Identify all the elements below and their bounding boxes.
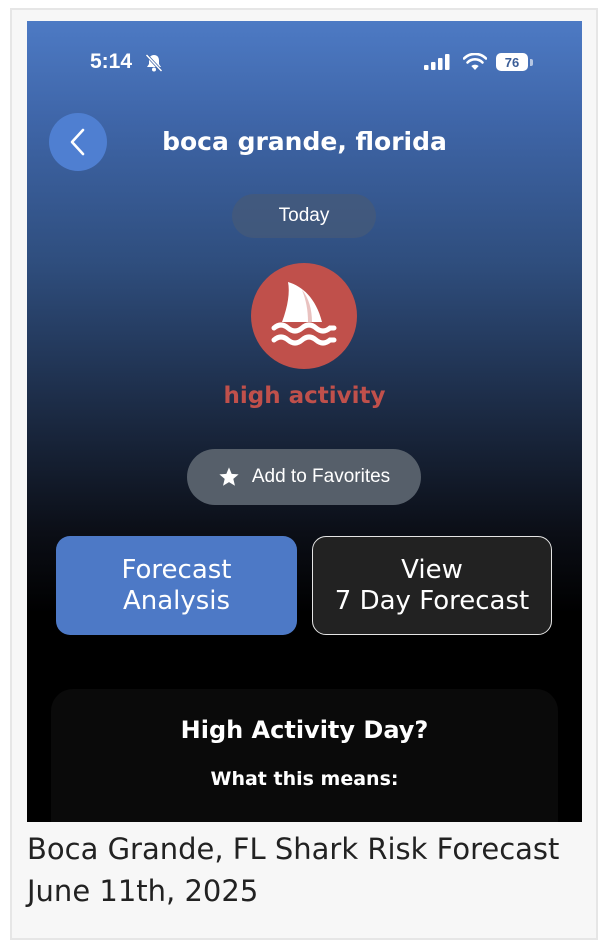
view-7-day-forecast-button[interactable]: View 7 Day Forecast xyxy=(312,536,552,635)
forecast-analysis-line2: Analysis xyxy=(122,585,231,616)
day-selector-pill[interactable]: Today xyxy=(232,194,376,238)
cellular-signal-icon xyxy=(424,54,452,74)
shark-activity-badge xyxy=(251,263,357,369)
info-panel xyxy=(51,689,558,822)
add-to-favorites-button[interactable]: Add to Favorites xyxy=(187,449,421,505)
forecast-analysis-line1: Forecast xyxy=(121,554,232,585)
info-subtitle: What this means: xyxy=(210,768,399,790)
phone-screen: 5:14 76 boca grande, florida Today high … xyxy=(27,21,582,822)
star-icon xyxy=(219,467,239,486)
info-title: High Activity Day? xyxy=(180,716,429,744)
activity-level-label: high activity xyxy=(223,383,386,409)
location-title: boca grande, florida xyxy=(162,127,447,156)
forecast-analysis-button[interactable]: Forecast Analysis xyxy=(56,536,297,635)
battery-nub xyxy=(530,59,533,66)
caption-line-1: Boca Grande, FL Shark Risk Forecast xyxy=(27,832,560,866)
favorites-label: Add to Favorites xyxy=(251,466,391,487)
battery-icon: 76 xyxy=(496,53,528,71)
status-time: 5:14 xyxy=(90,50,133,73)
image-caption: Boca Grande, FL Shark Risk Forecast June… xyxy=(27,828,587,912)
bell-slash-icon xyxy=(144,53,164,77)
seven-day-line2: 7 Day Forecast xyxy=(334,585,530,616)
wifi-icon xyxy=(462,52,488,75)
caption-line-2: June 11th, 2025 xyxy=(27,874,259,908)
seven-day-line1: View xyxy=(401,554,463,585)
shark-fin-icon xyxy=(271,282,337,346)
